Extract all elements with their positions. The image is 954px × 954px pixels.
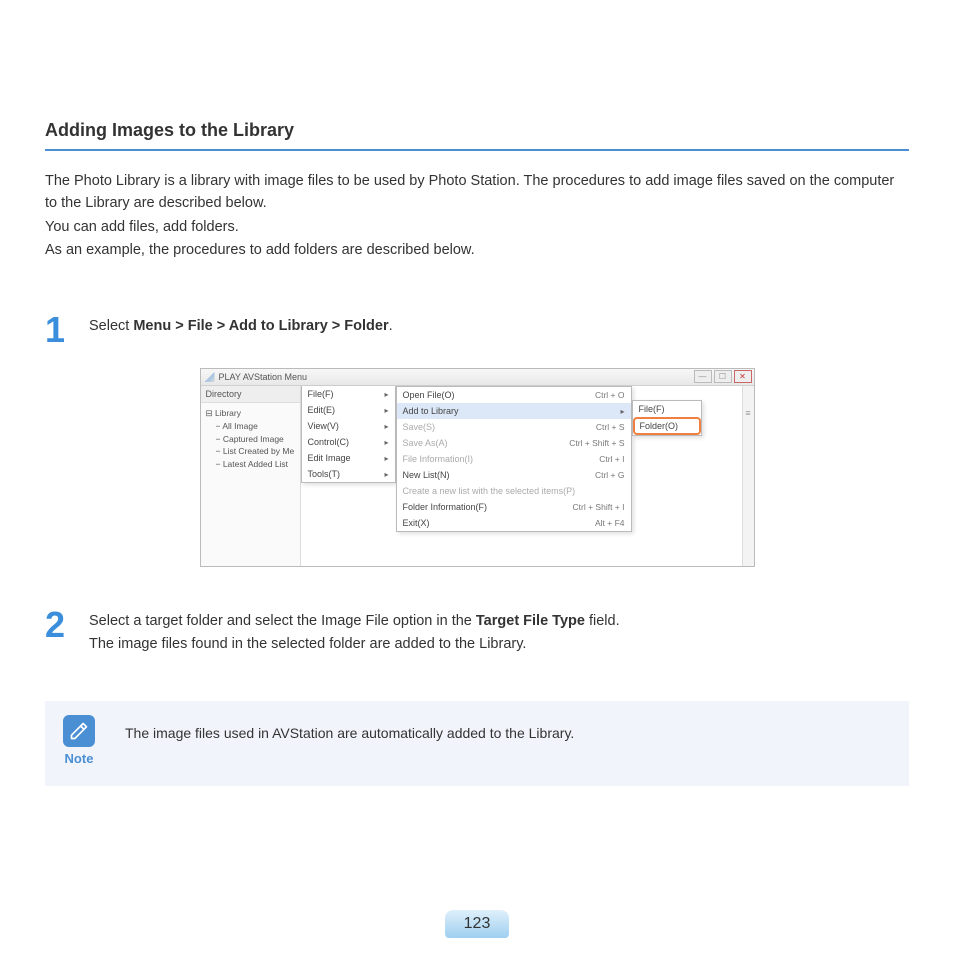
step-2-text: Select a target folder and select the Im… — [89, 607, 620, 656]
menu-item-file-info[interactable]: File Information(I)Ctrl + I — [397, 451, 631, 467]
sidebar: Directory Library All Image Captured Ima… — [201, 386, 301, 566]
tree-item[interactable]: Latest Added List — [206, 458, 295, 471]
menu-item-exit[interactable]: Exit(X)Alt + F4 — [397, 515, 631, 531]
note-label: Note — [63, 751, 95, 766]
menu-item-add-file[interactable]: File(F) — [633, 401, 701, 417]
intro-line-2: You can add files, add folders. — [45, 217, 909, 239]
step-2-line1c: field. — [585, 613, 620, 629]
menu-item-tools[interactable]: Tools(T)▸ — [302, 466, 395, 482]
sidebar-header: Directory — [201, 386, 300, 403]
menu-item-edit-image[interactable]: Edit Image▸ — [302, 450, 395, 466]
window-max-button[interactable]: ☐ — [714, 370, 732, 383]
page-number: 123 — [445, 910, 509, 938]
menu-item-add-folder[interactable]: Folder(O) — [633, 417, 701, 435]
tree-item[interactable]: Captured Image — [206, 433, 295, 446]
menu-item-create-list-selected[interactable]: Create a new list with the selected item… — [397, 483, 631, 499]
step-2: 2 Select a target folder and select the … — [45, 607, 909, 656]
menu-item-add-to-library[interactable]: Add to Library▸ — [397, 403, 631, 419]
step-number-2: 2 — [45, 607, 71, 643]
menu-item-control[interactable]: Control(C)▸ — [302, 434, 395, 450]
menu-level-3: File(F) Folder(O) — [632, 400, 702, 436]
tree-root[interactable]: Library — [206, 407, 295, 420]
note-text: The image files used in AVStation are au… — [125, 715, 574, 741]
note-box: Note The image files used in AVStation a… — [45, 701, 909, 786]
menu-item-save-as[interactable]: Save As(A)Ctrl + Shift + S — [397, 435, 631, 451]
directory-tree: Library All Image Captured Image List Cr… — [201, 403, 300, 475]
step-2-line1a: Select a target folder and select the Im… — [89, 613, 476, 629]
intro-block: The Photo Library is a library with imag… — [45, 171, 909, 262]
tree-item[interactable]: List Created by Me — [206, 445, 295, 458]
menu-item-edit[interactable]: Edit(E)▸ — [302, 402, 395, 418]
step-1-text: Select Menu > File > Add to Library > Fo… — [89, 312, 393, 338]
window-title: PLAY AVStation Menu — [219, 372, 308, 382]
tree-item[interactable]: All Image — [206, 420, 295, 433]
window-min-button[interactable]: — — [694, 370, 712, 383]
menu-level-1: File(F)▸ Edit(E)▸ View(V)▸ Control(C)▸ E… — [301, 386, 396, 483]
window-close-button[interactable]: ✕ — [734, 370, 752, 383]
menu-item-folder-info[interactable]: Folder Information(F)Ctrl + Shift + I — [397, 499, 631, 515]
menu-item-new-list[interactable]: New List(N)Ctrl + G — [397, 467, 631, 483]
menu-item-file[interactable]: File(F)▸ — [302, 386, 395, 402]
menu-item-view[interactable]: View(V)▸ — [302, 418, 395, 434]
step-1-suffix: . — [389, 318, 393, 334]
step-1-path: Menu > File > Add to Library > Folder — [133, 318, 388, 334]
menu-item-save[interactable]: Save(S)Ctrl + S — [397, 419, 631, 435]
intro-line-3: As an example, the procedures to add fol… — [45, 240, 909, 262]
app-logo-icon — [205, 372, 215, 382]
section-heading: Adding Images to the Library — [45, 120, 909, 151]
step-2-line2: The image files found in the selected fo… — [89, 636, 526, 652]
window-titlebar: PLAY AVStation Menu — ☐ ✕ — [201, 369, 754, 386]
screenshot-figure: PLAY AVStation Menu — ☐ ✕ Directory Libr… — [200, 368, 755, 567]
note-icon — [63, 715, 95, 747]
right-rail-icon — [742, 386, 754, 566]
step-1: 1 Select Menu > File > Add to Library > … — [45, 312, 909, 348]
menu-item-open-file[interactable]: Open File(O)Ctrl + O — [397, 387, 631, 403]
step-2-field-name: Target File Type — [476, 613, 585, 629]
step-number-1: 1 — [45, 312, 71, 348]
step-1-prefix: Select — [89, 318, 133, 334]
menu-level-2: Open File(O)Ctrl + O Add to Library▸ Sav… — [396, 386, 632, 532]
intro-line-1: The Photo Library is a library with imag… — [45, 171, 909, 215]
